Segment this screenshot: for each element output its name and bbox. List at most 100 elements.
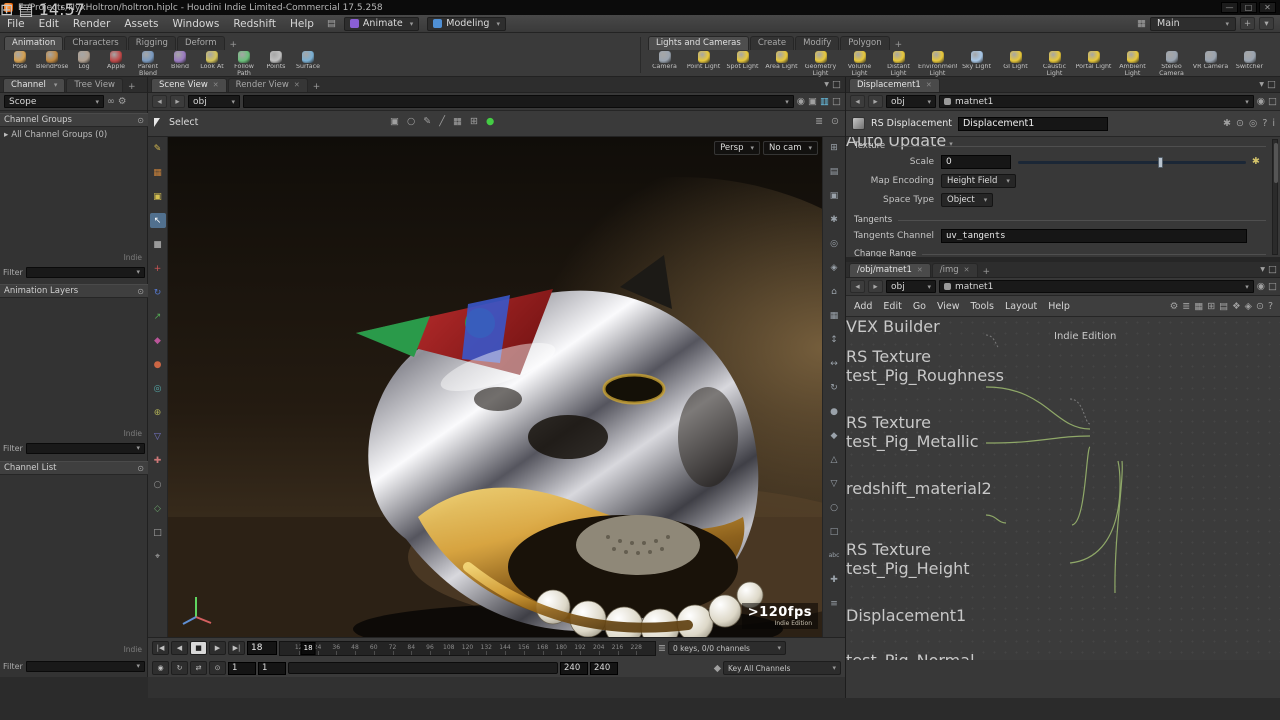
netmenu-tools[interactable]: Tools (971, 301, 994, 312)
translate-tool-icon[interactable]: + (150, 261, 166, 276)
filter-input[interactable]: ▾ (25, 442, 145, 454)
nav-forward-button[interactable]: ▸ (868, 95, 883, 108)
camera-icon[interactable]: ▣ (808, 96, 817, 107)
range-slider[interactable] (288, 662, 558, 674)
pin-icon[interactable]: ◉ (797, 96, 805, 107)
shelf-tool-geometry-light[interactable]: Geometry Light (801, 50, 840, 77)
space-type-dropdown[interactable]: Object ▾ (941, 193, 994, 207)
playbar-option-2-button[interactable]: ⇄ (190, 661, 207, 675)
scale-input[interactable]: 0 (941, 155, 1011, 169)
current-frame-field[interactable]: 18 (247, 641, 277, 655)
playback-4-button[interactable]: ▶| (228, 641, 245, 655)
grid-icon[interactable]: ▤ (826, 164, 842, 179)
add-pane-tab-button[interactable]: + (309, 82, 325, 92)
help-icon[interactable]: ⊙ (831, 116, 839, 127)
nav-forward-button[interactable]: ▸ (868, 280, 883, 293)
lasso-select-icon[interactable]: ○ (407, 116, 415, 127)
screen-icon[interactable]: □ (832, 96, 841, 107)
tangents-channel-input[interactable]: uv_tangents (941, 229, 1247, 243)
netmenu-layout[interactable]: Layout (1005, 301, 1037, 312)
map-encoding-dropdown[interactable]: Height Field ▾ (941, 174, 1016, 188)
pin-params-icon[interactable]: ⊙ (1236, 118, 1244, 129)
box-tool-icon[interactable]: □ (150, 525, 166, 540)
search-icon[interactable]: ⊙ (1256, 301, 1264, 312)
info-icon[interactable]: i (1272, 118, 1275, 129)
close-icon[interactable]: ✕ (926, 81, 932, 89)
ornament-icon[interactable]: ❖ (1232, 301, 1241, 312)
pin-icon[interactable]: ◉ (1257, 96, 1265, 107)
linked-pane-icon[interactable]: ▥ (820, 96, 829, 107)
geometry-mode-icon[interactable]: ▣ (150, 189, 166, 204)
menu-redshift[interactable]: Redshift (226, 18, 283, 30)
section-tangents[interactable]: Tangents (854, 215, 1266, 225)
modeling-mode-dropdown[interactable]: Modeling ▾ (427, 16, 506, 31)
help-icon[interactable]: ? (1262, 118, 1267, 129)
channel-groups-item[interactable]: ▸ All Channel Groups (0) (0, 128, 148, 141)
node-test-pig-metallic[interactable] (846, 451, 918, 479)
node-displacement1[interactable] (846, 625, 912, 651)
select-tool-icon[interactable]: ↖ (149, 213, 166, 228)
gear-icon[interactable]: ⚙ (118, 96, 127, 107)
shelf-tool-point-light[interactable]: Point Light (684, 50, 723, 77)
pane-maximize-icon[interactable]: □ (832, 79, 841, 90)
node-path-dropdown[interactable]: matnet1 ▾ (939, 280, 1254, 293)
add-tool-icon[interactable]: ✚ (150, 453, 166, 468)
wrench-icon[interactable]: ⚙ (1170, 301, 1179, 312)
node-test-pig-height[interactable] (846, 578, 918, 606)
shading-icon[interactable]: ◎ (826, 236, 842, 251)
shelf-tool-environment-light[interactable]: Environment Light (918, 50, 957, 77)
handles-tool-icon[interactable]: ● (150, 357, 166, 372)
nav-back-button[interactable]: ◂ (850, 95, 865, 108)
close-icon[interactable]: ✕ (213, 81, 219, 89)
camera-view-icon[interactable]: ▣ (826, 188, 842, 203)
pane-maximize-icon[interactable]: □ (1267, 79, 1276, 90)
search-icon[interactable]: ⊙ (137, 287, 144, 296)
layout-icon[interactable]: ⊞ (1207, 301, 1215, 312)
close-icon[interactable]: ✕ (294, 81, 300, 89)
playback-0-button[interactable]: |◀ (152, 641, 169, 655)
path-field[interactable]: ▾ (243, 95, 794, 108)
playhead[interactable]: 18 (300, 641, 316, 655)
visible-only-icon[interactable]: ▦ (453, 116, 462, 127)
shelf-tab-create[interactable]: Create (749, 36, 795, 50)
range-end2-field[interactable]: 240 (590, 661, 618, 675)
shelf-tool-blend[interactable]: Blend (164, 50, 196, 77)
playback-3-button[interactable]: ▶ (209, 641, 226, 655)
circle-display-icon[interactable]: ○ (826, 500, 842, 515)
task-view-icon[interactable]: ▤ (19, 0, 34, 19)
range-start2-field[interactable]: 1 (258, 661, 286, 675)
playbar-option-3-button[interactable]: ⊙ (209, 661, 226, 675)
shelf-tool-distant-light[interactable]: Distant Light (879, 50, 918, 77)
up-display-icon[interactable]: △ (826, 452, 842, 467)
brush-select-icon[interactable]: ✎ (423, 116, 431, 127)
menu-view-icon[interactable]: ≡ (826, 596, 842, 611)
screen-icon[interactable]: □ (1268, 281, 1277, 292)
secure-selection-icon[interactable]: ■ (150, 237, 166, 252)
text-display-icon[interactable]: abc (826, 548, 842, 563)
point-display-icon[interactable]: ● (826, 404, 842, 419)
snap-indicator-icon[interactable]: ● (486, 116, 494, 127)
vertical-icon[interactable]: ↕ (826, 332, 842, 347)
light-toggle-icon[interactable]: ✱ (826, 212, 842, 227)
display-options-icon[interactable]: ≣ (815, 116, 823, 127)
tab-img[interactable]: /img ✕ (931, 263, 978, 277)
expand-icon[interactable]: ▸ (4, 130, 8, 140)
minimize-button[interactable]: — (1221, 2, 1238, 13)
section-texture[interactable]: Texture (854, 141, 1266, 151)
nav-back-button[interactable]: ◂ (152, 95, 167, 108)
horizontal-icon[interactable]: ↔ (826, 356, 842, 371)
shelf-tool-apple[interactable]: Apple (100, 50, 132, 77)
desktop-selector[interactable]: Main ▾ (1150, 16, 1236, 31)
diamond-tool-icon[interactable]: ◇ (150, 501, 166, 516)
pane-menu-icon[interactable]: ▾ (1260, 264, 1265, 275)
objects-mode-icon[interactable]: ▦ (150, 165, 166, 180)
tab-render-view[interactable]: Render View ✕ (227, 78, 308, 92)
netmenu-help[interactable]: Help (1048, 301, 1070, 312)
tab-obj-matnet1[interactable]: /obj/matnet1 ✕ (849, 263, 931, 277)
node-name-field[interactable]: Displacement1 (957, 116, 1108, 131)
shelf-tool-parent-blend[interactable]: Parent Blend (132, 50, 164, 77)
ring-tool-icon[interactable]: ○ (150, 477, 166, 492)
shelf-tool-volume-light[interactable]: Volume Light (840, 50, 879, 77)
range-end-field[interactable]: 240 (560, 661, 588, 675)
menu-help[interactable]: Help (283, 18, 321, 30)
